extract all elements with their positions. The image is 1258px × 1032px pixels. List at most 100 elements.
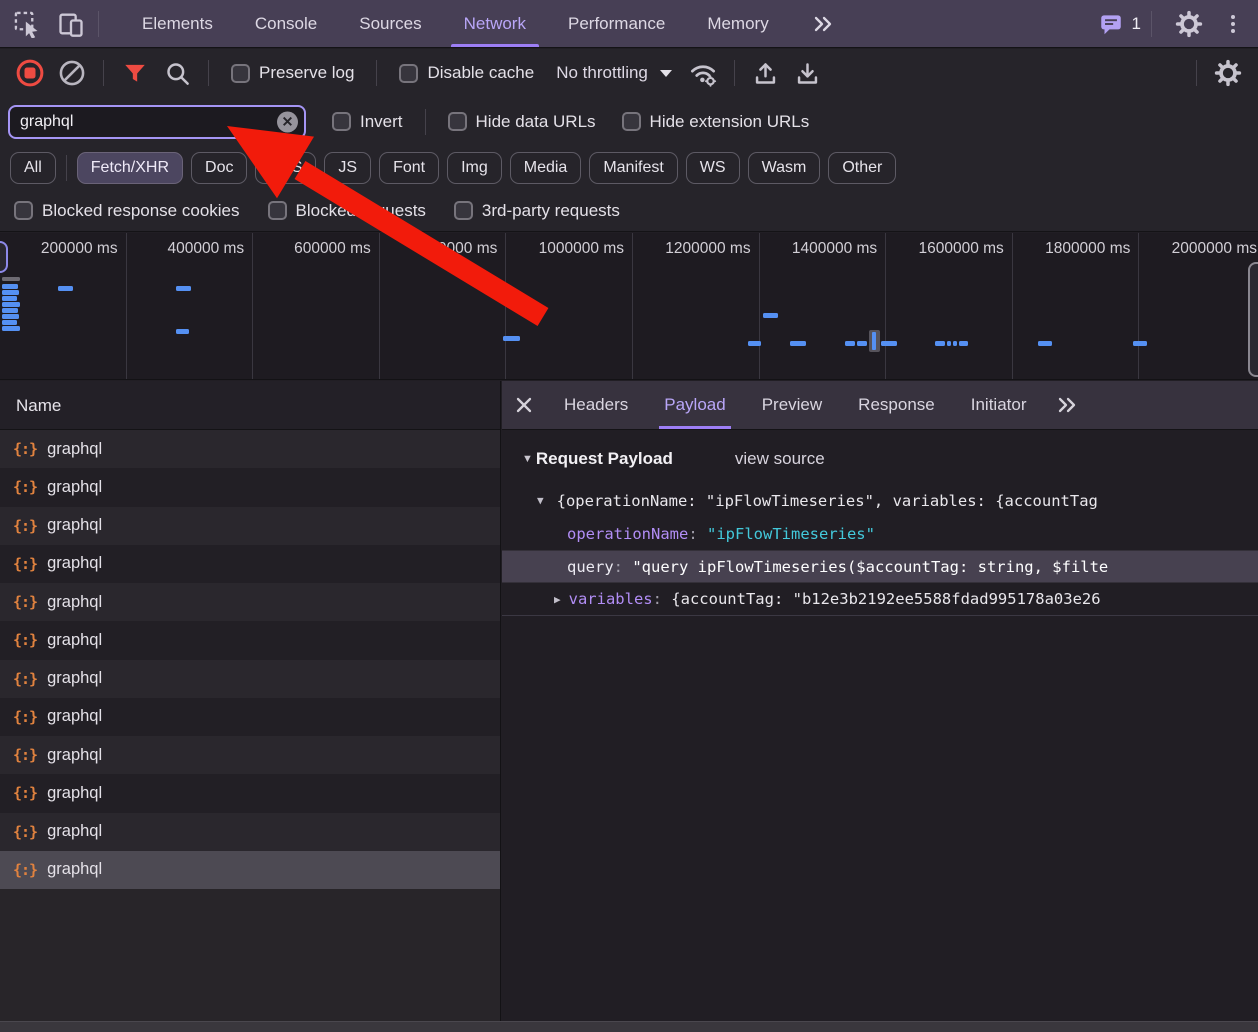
detail-tab-preview[interactable]: Preview <box>744 381 840 429</box>
type-filter-img[interactable]: Img <box>447 152 502 184</box>
request-row[interactable]: {:}graphql <box>0 507 500 545</box>
request-row[interactable]: {:}graphql <box>0 468 500 506</box>
name-column-header[interactable]: Name <box>0 381 500 430</box>
type-filter-fetch-xhr[interactable]: Fetch/XHR <box>77 152 183 184</box>
waterfall-bar <box>935 341 945 346</box>
request-row[interactable]: {:}graphql <box>0 851 500 889</box>
network-overview-timeline[interactable]: 200000 ms400000 ms600000 ms800000 ms1000… <box>0 233 1258 380</box>
settings-gear-icon[interactable] <box>1172 7 1206 41</box>
detail-tab-initiator[interactable]: Initiator <box>953 381 1045 429</box>
devtools-window: ElementsConsoleSourcesNetworkPerformance… <box>0 0 1258 1032</box>
filter-input[interactable]: graphql ✕ <box>8 105 306 139</box>
payload-row[interactable]: operationName: "ipFlowTimeseries" <box>502 517 1258 550</box>
tab-memory[interactable]: Memory <box>686 0 789 47</box>
request-row[interactable]: {:}graphql <box>0 583 500 621</box>
waterfall-bar <box>1038 341 1052 346</box>
request-row[interactable]: {:}graphql <box>0 621 500 659</box>
clear-network-log-icon[interactable] <box>56 57 88 89</box>
blocked-requests-checkbox[interactable]: Blocked requests <box>268 201 426 221</box>
collapse-triangle-icon[interactable]: ▼ <box>522 453 533 465</box>
request-row[interactable]: {:}graphql <box>0 774 500 812</box>
detail-tabs: HeadersPayloadPreviewResponseInitiator <box>546 381 1044 429</box>
hide-data-urls-checkbox[interactable]: Hide data URLs <box>448 112 596 132</box>
window-bottom-edge <box>0 1021 1258 1032</box>
close-detail-icon[interactable] <box>502 395 546 415</box>
export-har-icon[interactable] <box>792 57 824 89</box>
hide-extension-urls-checkbox[interactable]: Hide extension URLs <box>622 112 810 132</box>
type-filter-other[interactable]: Other <box>828 152 896 184</box>
preserve-log-checkbox[interactable]: Preserve log <box>231 63 354 83</box>
type-filter-ws[interactable]: WS <box>686 152 740 184</box>
timeline-tick-label: 1200000 ms <box>665 240 750 258</box>
request-name: graphql <box>47 784 102 803</box>
tab-sources[interactable]: Sources <box>338 0 442 47</box>
view-source-link[interactable]: view source <box>735 449 825 469</box>
timeline-tick-label: 2000000 ms <box>1172 240 1257 258</box>
request-name: graphql <box>47 554 102 573</box>
blocked-filters-row: Blocked response cookies Blocked requests… <box>0 190 1258 232</box>
filter-funnel-icon[interactable] <box>119 57 151 89</box>
payload-row[interactable]: ▼{operationName: "ipFlowTimeseries", var… <box>502 484 1258 517</box>
import-har-icon[interactable] <box>750 57 782 89</box>
disable-cache-checkbox[interactable]: Disable cache <box>399 63 534 83</box>
more-panels-chevron-icon[interactable] <box>790 0 856 47</box>
blocked-response-cookies-checkbox[interactable]: Blocked response cookies <box>14 201 240 221</box>
detail-tab-headers[interactable]: Headers <box>546 381 646 429</box>
type-filter-media[interactable]: Media <box>510 152 582 184</box>
record-network-log-button[interactable] <box>14 57 46 89</box>
more-tabs-chevron-icon[interactable] <box>1050 388 1084 422</box>
search-icon[interactable] <box>161 57 193 89</box>
request-detail-panel: HeadersPayloadPreviewResponseInitiator ▼… <box>502 381 1258 1032</box>
json-request-icon: {:} <box>13 555 37 573</box>
timeline-column: 800000 ms <box>380 233 507 379</box>
request-row[interactable]: {:}graphql <box>0 698 500 736</box>
json-request-icon: {:} <box>13 746 37 764</box>
json-request-icon: {:} <box>13 708 37 726</box>
request-row[interactable]: {:} graphql <box>0 545 500 583</box>
request-row[interactable]: {:} graphql <box>0 736 500 774</box>
invert-checkbox[interactable]: Invert <box>332 112 403 132</box>
devtools-top-bar: ElementsConsoleSourcesNetworkPerformance… <box>0 0 1258 48</box>
type-filter-doc[interactable]: Doc <box>191 152 247 184</box>
request-row[interactable]: {:}graphql <box>0 813 500 851</box>
detail-tab-response[interactable]: Response <box>840 381 953 429</box>
detail-tab-payload[interactable]: Payload <box>646 381 743 429</box>
tab-performance[interactable]: Performance <box>547 0 686 47</box>
request-name: graphql <box>47 593 102 612</box>
overview-right-handle[interactable] <box>1248 262 1258 377</box>
waterfall-bar <box>2 277 20 281</box>
tab-network[interactable]: Network <box>443 0 547 47</box>
expander-icon[interactable]: ▶ <box>554 593 561 606</box>
timeline-tick-label: 600000 ms <box>294 240 371 258</box>
device-toolbar-icon[interactable] <box>54 7 88 41</box>
timeline-tick-label: 1000000 ms <box>539 240 624 258</box>
3rd-party-requests-checkbox[interactable]: 3rd-party requests <box>454 201 620 221</box>
type-filter-js[interactable]: JS <box>324 152 371 184</box>
tab-elements[interactable]: Elements <box>121 0 234 47</box>
waterfall-bar <box>2 308 18 313</box>
type-filter-all[interactable]: All <box>10 152 56 184</box>
more-options-kebab-icon[interactable] <box>1216 7 1250 41</box>
request-row[interactable]: {:}graphql <box>0 430 500 468</box>
clear-filter-icon[interactable]: ✕ <box>277 111 298 132</box>
throttling-dropdown[interactable]: No throttling <box>556 63 672 83</box>
tab-console[interactable]: Console <box>234 0 338 47</box>
expander-icon[interactable]: ▼ <box>537 494 544 507</box>
type-filter-css[interactable]: CSS <box>255 152 316 184</box>
checkbox-label: Blocked response cookies <box>42 201 240 221</box>
payload-panel: ▼ Request Payload view source ▼{operatio… <box>502 430 1258 1032</box>
filter-bar: graphql ✕ Invert Hide data URLs Hide ext… <box>0 97 1258 146</box>
request-name: graphql <box>47 746 102 765</box>
payload-row[interactable]: query: "query ipFlowTimeseries($accountT… <box>502 550 1258 583</box>
waterfall-bar <box>947 341 951 346</box>
type-filter-manifest[interactable]: Manifest <box>589 152 677 184</box>
type-filter-font[interactable]: Font <box>379 152 439 184</box>
type-filter-wasm[interactable]: Wasm <box>748 152 821 184</box>
inspect-element-icon[interactable] <box>10 7 44 41</box>
network-settings-gear-icon[interactable] <box>1212 57 1244 89</box>
network-conditions-icon[interactable] <box>687 57 719 89</box>
console-messages-badge[interactable]: 1 <box>1098 11 1141 37</box>
payload-row[interactable]: ▶variables: {accountTag: "b12e3b2192ee55… <box>502 583 1258 616</box>
overview-left-handle[interactable] <box>0 241 8 273</box>
request-row[interactable]: {:}graphql <box>0 660 500 698</box>
